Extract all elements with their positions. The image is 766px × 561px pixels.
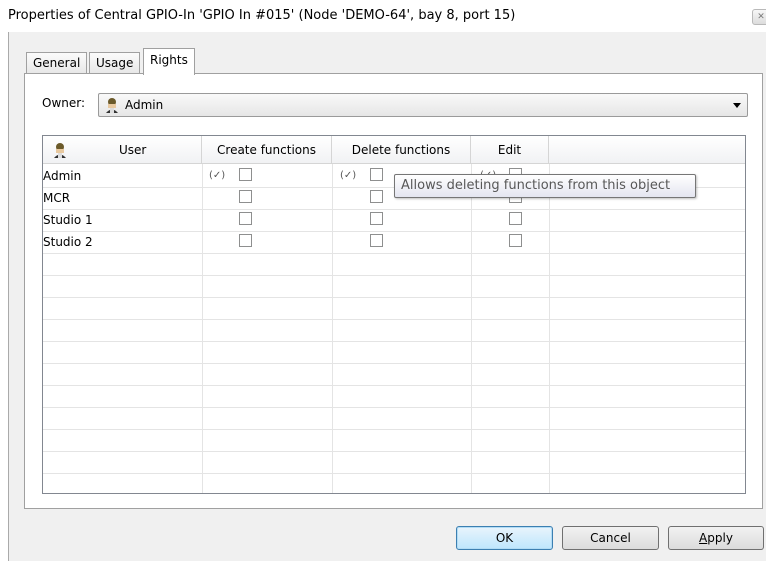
- cancel-button[interactable]: Cancel: [562, 526, 659, 550]
- row-divider: [43, 385, 745, 386]
- chevron-down-icon[interactable]: [733, 103, 741, 108]
- tab-usage-label: Usage: [96, 56, 134, 70]
- column-divider: [202, 164, 203, 493]
- user-name: Admin: [43, 169, 82, 183]
- tooltip: Allows deleting functions from this obje…: [394, 174, 696, 198]
- row-divider: [43, 319, 745, 320]
- row-divider: [43, 341, 745, 342]
- delete-functions-checkbox[interactable]: [370, 190, 383, 203]
- row-divider: [43, 429, 745, 430]
- tab-usage[interactable]: Usage: [89, 52, 141, 73]
- apply-button-label: pply: [707, 531, 733, 545]
- column-header-create-label: Create functions: [217, 143, 316, 157]
- tab-rights[interactable]: Rights: [143, 48, 195, 75]
- column-header-delete-label: Delete functions: [351, 143, 451, 157]
- row-divider: [43, 253, 745, 254]
- close-icon[interactable]: ✕: [752, 9, 766, 25]
- user-icon: [106, 98, 118, 113]
- column-header-edit[interactable]: Edit: [471, 136, 549, 164]
- column-divider: [471, 164, 472, 493]
- row-divider: [43, 473, 745, 474]
- row-divider: [43, 407, 745, 408]
- row-divider: [43, 363, 745, 364]
- column-divider: [549, 164, 550, 493]
- row-divider: [43, 297, 745, 298]
- ok-button-label: OK: [495, 531, 514, 545]
- user-name: Studio 2: [43, 235, 93, 249]
- create-functions-checkbox[interactable]: [239, 234, 252, 247]
- user-name: MCR: [43, 191, 71, 205]
- row-divider: [43, 451, 745, 452]
- column-header-create[interactable]: Create functions: [202, 136, 332, 164]
- row-divider: [43, 275, 745, 276]
- column-divider: [332, 164, 333, 493]
- window-title: Properties of Central GPIO-In 'GPIO In #…: [8, 8, 516, 23]
- title-bar: Properties of Central GPIO-In 'GPIO In #…: [0, 0, 766, 32]
- column-header-edit-label: Edit: [497, 143, 522, 157]
- cancel-button-label: Cancel: [590, 531, 631, 545]
- create-functions-checkbox[interactable]: [239, 212, 252, 225]
- owner-value: Admin: [125, 98, 164, 112]
- column-header-user-label: User: [119, 143, 147, 157]
- row-divider: [43, 231, 745, 232]
- edit-checkbox[interactable]: [509, 234, 522, 247]
- column-header-user[interactable]: User: [43, 136, 202, 164]
- ok-button[interactable]: OK: [456, 526, 553, 550]
- tab-general-label: General: [33, 56, 81, 70]
- apply-button[interactable]: Apply: [668, 526, 764, 550]
- user-icon: [54, 143, 66, 158]
- column-header-delete[interactable]: Delete functions: [332, 136, 471, 164]
- delete-functions-checkbox[interactable]: [370, 212, 383, 225]
- edit-checkbox[interactable]: [509, 212, 522, 225]
- delete-functions-checkbox[interactable]: [370, 234, 383, 247]
- tab-rights-label: Rights: [150, 53, 188, 67]
- delete-functions-checkbox[interactable]: [370, 168, 383, 181]
- create-functions-checkbox[interactable]: [239, 190, 252, 203]
- row-divider: [43, 209, 745, 210]
- column-header-filler: [549, 136, 745, 164]
- owner-label: Owner:: [42, 96, 86, 110]
- tab-general[interactable]: General: [26, 52, 88, 73]
- inherited-marker: (✓): [209, 170, 226, 181]
- inherited-marker: (✓): [340, 170, 357, 181]
- owner-select[interactable]: Admin: [98, 93, 748, 117]
- user-name: Studio 1: [43, 213, 93, 227]
- create-functions-checkbox[interactable]: [239, 168, 252, 181]
